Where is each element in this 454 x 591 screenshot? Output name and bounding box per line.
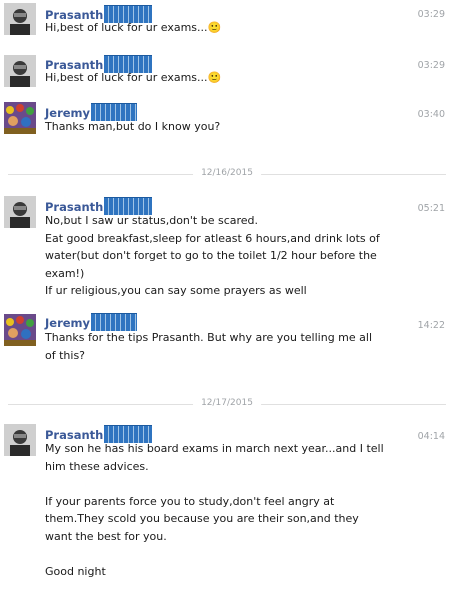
avatar-jeremy[interactable] bbox=[4, 314, 36, 346]
avatar-prasanth[interactable] bbox=[4, 3, 36, 35]
avatar-prasanth[interactable] bbox=[4, 55, 36, 87]
message-text: No,but I saw ur status,don't be scared. … bbox=[45, 214, 380, 297]
avatar-prasanth[interactable] bbox=[4, 196, 36, 228]
avatar-prasanth[interactable] bbox=[4, 424, 36, 456]
date-divider-label: 12/16/2015 bbox=[193, 168, 261, 178]
message-time: 03:29 bbox=[417, 60, 445, 71]
message-text: Thanks for the tips Prasanth. But why ar… bbox=[45, 331, 376, 362]
message-time: 14:22 bbox=[417, 320, 445, 331]
message-time: 03:29 bbox=[417, 9, 445, 20]
date-divider: 12/16/2015 bbox=[8, 168, 446, 178]
date-divider-label: 12/17/2015 bbox=[193, 398, 261, 408]
message-time: 05:21 bbox=[417, 203, 445, 214]
message-text: Hi,best of luck for ur exams...🙂 bbox=[45, 21, 222, 34]
sender-name-text[interactable]: Jeremy bbox=[45, 316, 90, 330]
message-time: 04:14 bbox=[417, 431, 445, 442]
avatar-jeremy[interactable] bbox=[4, 102, 36, 134]
message-time: 03:40 bbox=[417, 109, 445, 120]
message-text: Hi,best of luck for ur exams...🙂 bbox=[45, 71, 222, 84]
message-text: Thanks man,but do I know you? bbox=[45, 120, 221, 133]
message-text: My son he has his board exams in march n… bbox=[45, 442, 384, 578]
date-divider: 12/17/2015 bbox=[8, 398, 446, 408]
